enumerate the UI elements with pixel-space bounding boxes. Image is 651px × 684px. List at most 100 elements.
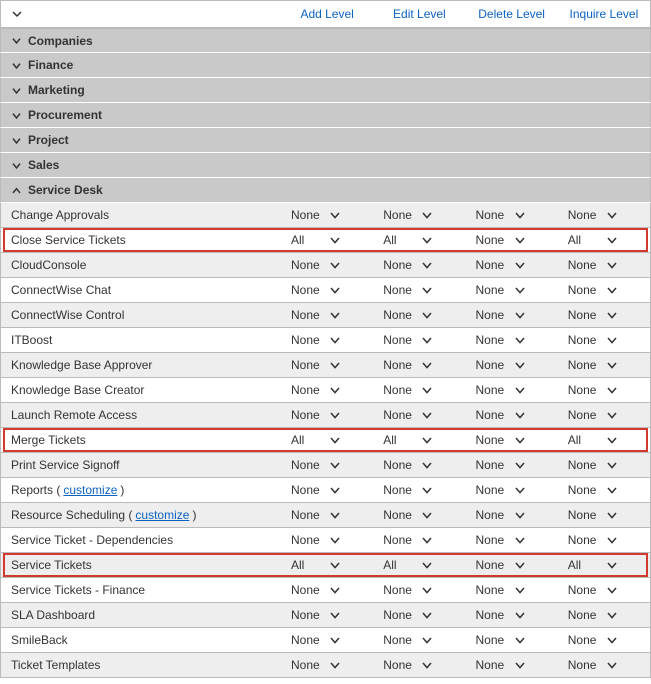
level-dropdown[interactable]: None [281,358,373,372]
chevron-down-icon [419,434,457,446]
section-row[interactable]: Project [0,128,651,153]
level-dropdown[interactable]: None [558,283,650,297]
level-dropdown[interactable]: None [466,308,558,322]
permission-label: Reports (customize) [1,483,281,497]
section-row[interactable]: Sales [0,153,651,178]
level-dropdown[interactable]: None [373,358,465,372]
chevron-down-icon [604,559,642,571]
level-dropdown[interactable]: None [466,583,558,597]
chevron-down-icon [604,234,642,246]
level-dropdown[interactable]: None [281,508,373,522]
permission-row: Launch Remote AccessNoneNoneNoneNone [0,403,651,428]
section-row[interactable]: Marketing [0,78,651,103]
level-dropdown[interactable]: None [466,633,558,647]
section-row[interactable]: Finance [0,53,651,78]
level-value: None [566,358,604,372]
level-dropdown[interactable]: None [373,383,465,397]
level-dropdown[interactable]: None [558,333,650,347]
level-dropdown[interactable]: All [558,233,650,247]
level-dropdown[interactable]: None [558,658,650,672]
level-dropdown[interactable]: All [373,558,465,572]
level-dropdown[interactable]: None [466,433,558,447]
level-value: All [381,558,419,572]
level-dropdown[interactable]: None [373,408,465,422]
level-dropdown[interactable]: None [373,333,465,347]
level-dropdown[interactable]: None [373,658,465,672]
level-dropdown[interactable]: None [373,533,465,547]
level-dropdown[interactable]: None [558,633,650,647]
level-dropdown[interactable]: None [281,608,373,622]
level-dropdown[interactable]: All [281,558,373,572]
level-dropdown[interactable]: None [281,333,373,347]
section-row[interactable]: Procurement [0,103,651,128]
level-dropdown[interactable]: None [558,408,650,422]
level-dropdown[interactable]: None [466,283,558,297]
level-dropdown[interactable]: None [373,608,465,622]
customize-link[interactable]: customize [63,483,117,497]
column-header-delete[interactable]: Delete Level [466,7,558,21]
level-dropdown[interactable]: All [373,433,465,447]
level-dropdown[interactable]: None [281,408,373,422]
level-dropdown[interactable]: None [466,483,558,497]
level-dropdown[interactable]: None [281,658,373,672]
level-dropdown[interactable]: None [281,383,373,397]
level-dropdown[interactable]: All [281,233,373,247]
level-dropdown[interactable]: None [373,508,465,522]
level-dropdown[interactable]: None [466,233,558,247]
level-dropdown[interactable]: None [373,283,465,297]
level-dropdown[interactable]: None [281,258,373,272]
level-value: None [566,258,604,272]
level-dropdown[interactable]: None [558,458,650,472]
level-dropdown[interactable]: None [558,308,650,322]
level-dropdown[interactable]: All [558,558,650,572]
level-dropdown[interactable]: None [373,633,465,647]
level-dropdown[interactable]: None [373,208,465,222]
level-dropdown[interactable]: None [466,208,558,222]
level-dropdown[interactable]: None [281,633,373,647]
level-dropdown[interactable]: None [466,383,558,397]
column-header-inquire[interactable]: Inquire Level [558,7,650,21]
level-dropdown[interactable]: None [281,283,373,297]
level-dropdown[interactable]: None [373,458,465,472]
level-dropdown[interactable]: None [373,583,465,597]
level-dropdown[interactable]: None [466,558,558,572]
level-dropdown[interactable]: None [466,533,558,547]
level-dropdown[interactable]: None [466,458,558,472]
header-expand-toggle[interactable] [1,8,281,20]
column-header-edit[interactable]: Edit Level [373,7,465,21]
level-dropdown[interactable]: None [466,258,558,272]
level-dropdown[interactable]: None [281,308,373,322]
level-dropdown[interactable]: None [558,608,650,622]
level-dropdown[interactable]: None [466,408,558,422]
level-dropdown[interactable]: None [466,508,558,522]
level-dropdown[interactable]: None [558,583,650,597]
level-dropdown[interactable]: All [558,433,650,447]
level-dropdown[interactable]: None [281,533,373,547]
level-dropdown[interactable]: None [466,608,558,622]
level-dropdown[interactable]: None [558,483,650,497]
permission-row: CloudConsoleNoneNoneNoneNone [0,253,651,278]
chevron-down-icon [419,484,457,496]
level-dropdown[interactable]: None [373,483,465,497]
level-dropdown[interactable]: None [558,208,650,222]
section-row[interactable]: Companies [0,28,651,53]
level-dropdown[interactable]: None [558,533,650,547]
column-header-add[interactable]: Add Level [281,7,373,21]
level-dropdown[interactable]: None [281,208,373,222]
level-dropdown[interactable]: None [558,508,650,522]
level-dropdown[interactable]: All [373,233,465,247]
level-dropdown[interactable]: None [558,383,650,397]
level-dropdown[interactable]: All [281,433,373,447]
level-dropdown[interactable]: None [373,308,465,322]
level-dropdown[interactable]: None [281,583,373,597]
section-row[interactable]: Service Desk [0,178,651,203]
level-dropdown[interactable]: None [281,458,373,472]
level-dropdown[interactable]: None [281,483,373,497]
level-dropdown[interactable]: None [558,258,650,272]
level-dropdown[interactable]: None [466,658,558,672]
customize-link[interactable]: customize [135,508,189,522]
level-dropdown[interactable]: None [466,333,558,347]
level-dropdown[interactable]: None [466,358,558,372]
level-dropdown[interactable]: None [373,258,465,272]
level-dropdown[interactable]: None [558,358,650,372]
